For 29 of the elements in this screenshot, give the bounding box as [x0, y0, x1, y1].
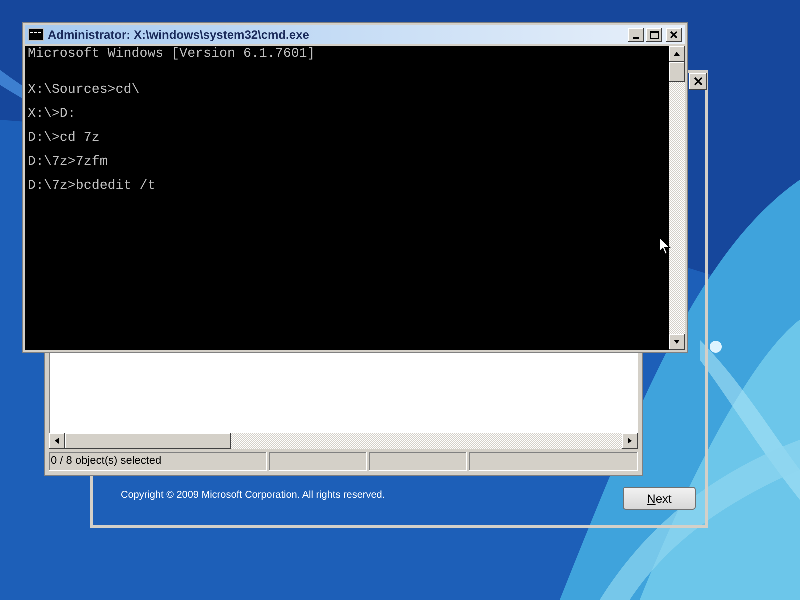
console-line: X:\Sources>cd\: [28, 84, 141, 96]
right-arrow-icon: [626, 437, 634, 445]
close-icon: [694, 77, 702, 86]
console-line: X:\>D:: [28, 108, 77, 120]
maximize-icon: [650, 30, 658, 38]
scroll-up-button[interactable]: [669, 46, 685, 62]
copyright-text: Copyright © 2009 Microsoft Corporation. All rights reserved.: [121, 489, 386, 503]
close-button[interactable]: [689, 73, 707, 90]
next-button[interactable]: Next: [623, 487, 696, 510]
minimize-button[interactable]: [628, 28, 644, 42]
scroll-right-button[interactable]: [622, 433, 638, 449]
up-arrow-icon: [673, 50, 681, 58]
close-icon: [670, 30, 678, 38]
window-title: Administrator: X:\windows\system32\cmd.exe: [48, 26, 310, 44]
minimize-icon: [633, 36, 639, 38]
console-line: D:\>cd 7z: [28, 132, 101, 144]
maximize-button[interactable]: [646, 28, 662, 42]
scroll-left-button[interactable]: [49, 433, 65, 449]
close-button[interactable]: [666, 28, 682, 42]
scrollbar-thumb[interactable]: [65, 433, 231, 449]
status-text: 0 / 8 object(s) selected: [49, 452, 267, 471]
console-line: D:\7z>7zfm: [28, 156, 109, 168]
down-arrow-icon: [673, 338, 681, 346]
console-line: Microsoft Windows [Version 6.1.7601]: [28, 48, 316, 60]
left-arrow-icon: [53, 437, 61, 445]
scrollbar-thumb[interactable]: [669, 62, 685, 82]
console-icon: [28, 28, 44, 41]
scroll-down-button[interactable]: [669, 334, 685, 350]
console-line: D:\7z>bcdedit /t: [28, 180, 157, 192]
